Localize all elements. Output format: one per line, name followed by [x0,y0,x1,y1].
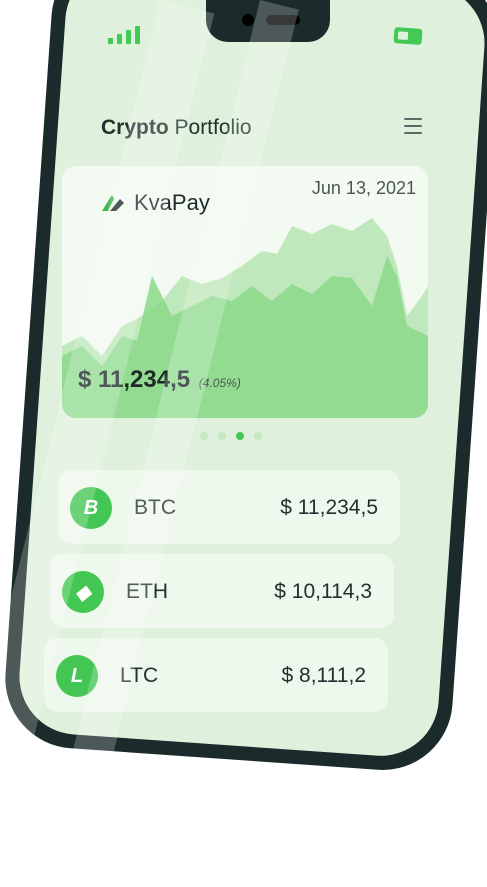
pager-dot-active[interactable] [236,432,244,440]
coin-value: $ 10,114,3 [274,580,372,604]
signal-icon [108,26,140,44]
camera-icon [242,14,254,26]
coin-row-eth[interactable]: ◆ ETH $ 10,114,3 [50,554,394,628]
card-pager[interactable] [200,432,262,440]
pager-dot[interactable] [254,432,262,440]
battery-icon [393,27,422,45]
pager-dot[interactable] [200,432,208,440]
pager-dot[interactable] [218,432,226,440]
coin-row-btc[interactable]: B BTC $ 11,234,5 [58,470,400,544]
coin-value: $ 11,234,5 [280,496,378,520]
coin-value: $ 8,111,2 [282,664,366,688]
card-date: Jun 13, 2021 [312,178,416,199]
hamburger-menu-icon[interactable] [404,118,422,134]
